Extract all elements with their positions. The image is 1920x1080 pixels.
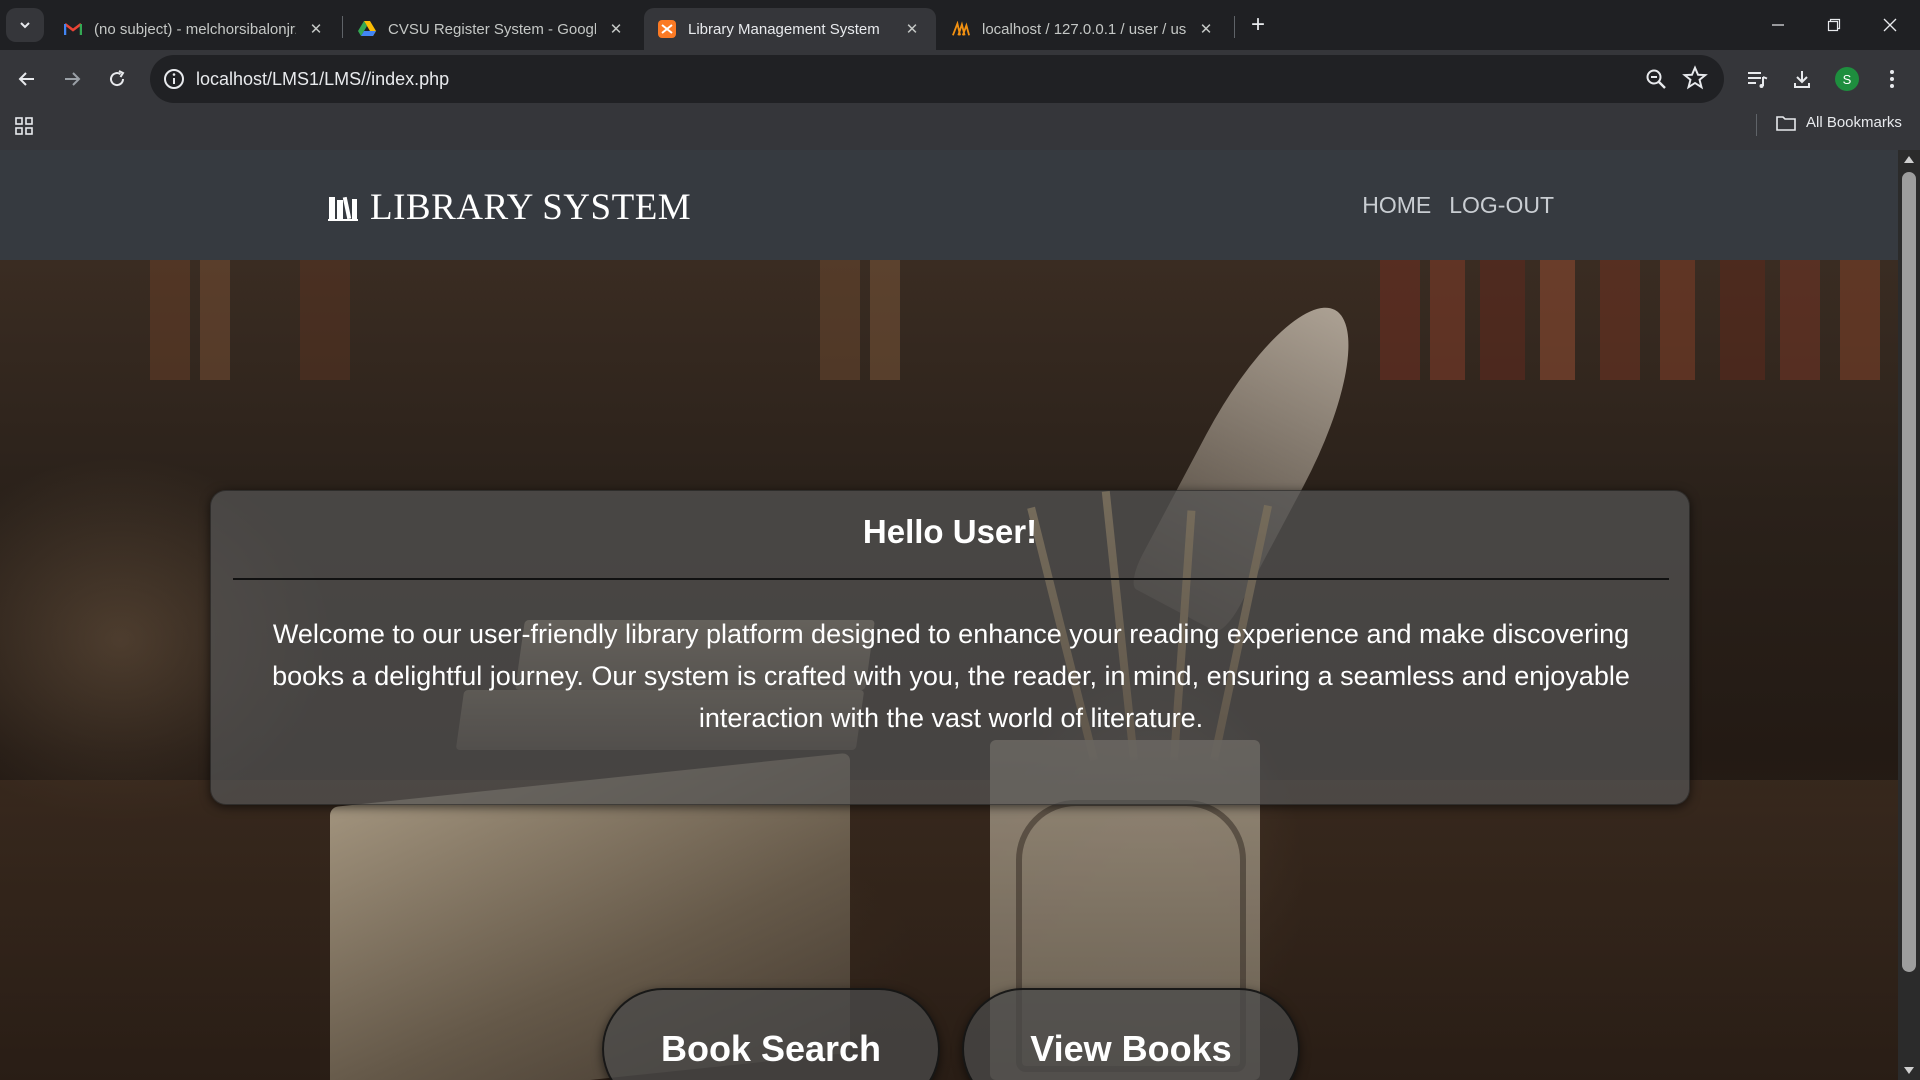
close-icon bbox=[1883, 18, 1897, 32]
bookshelf-decoration bbox=[0, 260, 1898, 380]
downloads-button[interactable] bbox=[1785, 62, 1819, 96]
chevron-down-icon bbox=[20, 22, 30, 29]
tab-title: (no subject) - melchorsibalonjr2 bbox=[94, 20, 296, 38]
media-control-button[interactable] bbox=[1740, 62, 1774, 96]
folder-icon bbox=[1776, 115, 1796, 131]
all-bookmarks-label: All Bookmarks bbox=[1806, 114, 1902, 131]
close-window-button[interactable] bbox=[1862, 0, 1918, 50]
browser-menu-button[interactable] bbox=[1875, 62, 1909, 96]
avatar: S bbox=[1835, 67, 1859, 91]
browser-toolbar: localhost/LMS1/LMS//index.php S bbox=[0, 50, 1920, 108]
minimize-button[interactable] bbox=[1750, 0, 1806, 50]
tab-divider bbox=[342, 16, 343, 38]
tab-title: CVSU Register System - Google bbox=[388, 20, 596, 38]
hero-background-image: Hello User! Welcome to our user-friendly… bbox=[0, 260, 1898, 1080]
nav-logout-link[interactable]: LOG-OUT bbox=[1449, 192, 1554, 219]
bookmarks-bar bbox=[0, 108, 1920, 150]
top-nav: HOME LOG-OUT bbox=[1362, 192, 1554, 219]
close-icon[interactable]: ✕ bbox=[306, 20, 326, 38]
site-header: LIBRARY SYSTEM HOME LOG-OUT bbox=[0, 150, 1898, 260]
close-icon[interactable]: ✕ bbox=[902, 20, 922, 38]
restore-icon bbox=[1827, 18, 1841, 32]
zoom-icon[interactable] bbox=[1644, 67, 1668, 91]
more-vertical-icon bbox=[1890, 70, 1894, 88]
scrollbar-thumb[interactable] bbox=[1902, 172, 1916, 972]
restore-button[interactable] bbox=[1806, 0, 1862, 50]
reload-button[interactable] bbox=[100, 62, 134, 96]
scroll-down-icon[interactable] bbox=[1904, 1067, 1914, 1074]
tab-title: Library Management System bbox=[688, 20, 880, 38]
tab-library-management-system[interactable]: Library Management System ✕ bbox=[644, 8, 936, 50]
book-search-button[interactable]: Book Search bbox=[602, 988, 940, 1080]
tab-gmail[interactable]: (no subject) - melchorsibalonjr2 ✕ bbox=[50, 8, 340, 50]
tab-phpmyadmin[interactable]: localhost / 127.0.0.1 / user / us ✕ bbox=[938, 8, 1230, 50]
view-books-button[interactable]: View Books bbox=[962, 988, 1300, 1080]
bookmark-star-icon[interactable] bbox=[1682, 65, 1708, 91]
tab-title: localhost / 127.0.0.1 / user / us bbox=[982, 20, 1186, 38]
download-icon bbox=[1794, 71, 1810, 88]
gmail-icon bbox=[64, 20, 82, 38]
desk-decoration bbox=[0, 780, 1898, 1080]
welcome-heading: Hello User! bbox=[862, 513, 1038, 550]
address-bar[interactable]: localhost/LMS1/LMS//index.php bbox=[150, 55, 1724, 103]
apps-grid-icon[interactable] bbox=[14, 116, 34, 136]
all-bookmarks-button[interactable]: All Bookmarks bbox=[1776, 114, 1902, 131]
arrow-left-icon bbox=[18, 72, 34, 86]
tab-google-drive[interactable]: CVSU Register System - Google ✕ bbox=[344, 8, 640, 50]
tab-divider bbox=[1234, 16, 1235, 38]
nav-home-link[interactable]: HOME bbox=[1362, 192, 1431, 219]
brand-title: LIBRARY SYSTEM bbox=[370, 187, 692, 228]
back-button[interactable] bbox=[10, 62, 44, 96]
scroll-up-icon[interactable] bbox=[1904, 156, 1914, 163]
phpmyadmin-icon bbox=[952, 20, 970, 38]
minimize-icon bbox=[1772, 24, 1784, 26]
close-icon[interactable]: ✕ bbox=[1196, 20, 1216, 38]
google-drive-icon bbox=[358, 20, 376, 38]
playlist-icon bbox=[1748, 72, 1768, 88]
profile-button[interactable]: S bbox=[1830, 62, 1864, 96]
reload-icon bbox=[110, 70, 125, 87]
xampp-icon bbox=[658, 20, 676, 38]
url-text[interactable]: localhost/LMS1/LMS//index.php bbox=[196, 69, 449, 90]
page-viewport: LIBRARY SYSTEM HOME LOG-OUT Hello User! … bbox=[0, 150, 1898, 1080]
site-info-icon[interactable] bbox=[162, 67, 186, 91]
close-icon[interactable]: ✕ bbox=[606, 20, 626, 38]
browser-tab-strip: (no subject) - melchorsibalonjr2 ✕ CVSU … bbox=[0, 0, 1920, 50]
welcome-text: Welcome to our user-friendly library pla… bbox=[272, 619, 1630, 733]
forward-button[interactable] bbox=[55, 62, 89, 96]
site-brand[interactable]: LIBRARY SYSTEM bbox=[328, 186, 691, 229]
bookmarks-divider bbox=[1756, 114, 1757, 136]
welcome-card: Hello User! Welcome to our user-friendly… bbox=[210, 490, 1690, 805]
new-tab-button[interactable]: + bbox=[1244, 12, 1272, 40]
library-books-icon bbox=[328, 196, 358, 221]
tab-search-button[interactable] bbox=[6, 8, 44, 42]
divider bbox=[233, 578, 1669, 580]
arrow-right-icon bbox=[65, 72, 81, 86]
page-scrollbar[interactable] bbox=[1898, 150, 1920, 1080]
